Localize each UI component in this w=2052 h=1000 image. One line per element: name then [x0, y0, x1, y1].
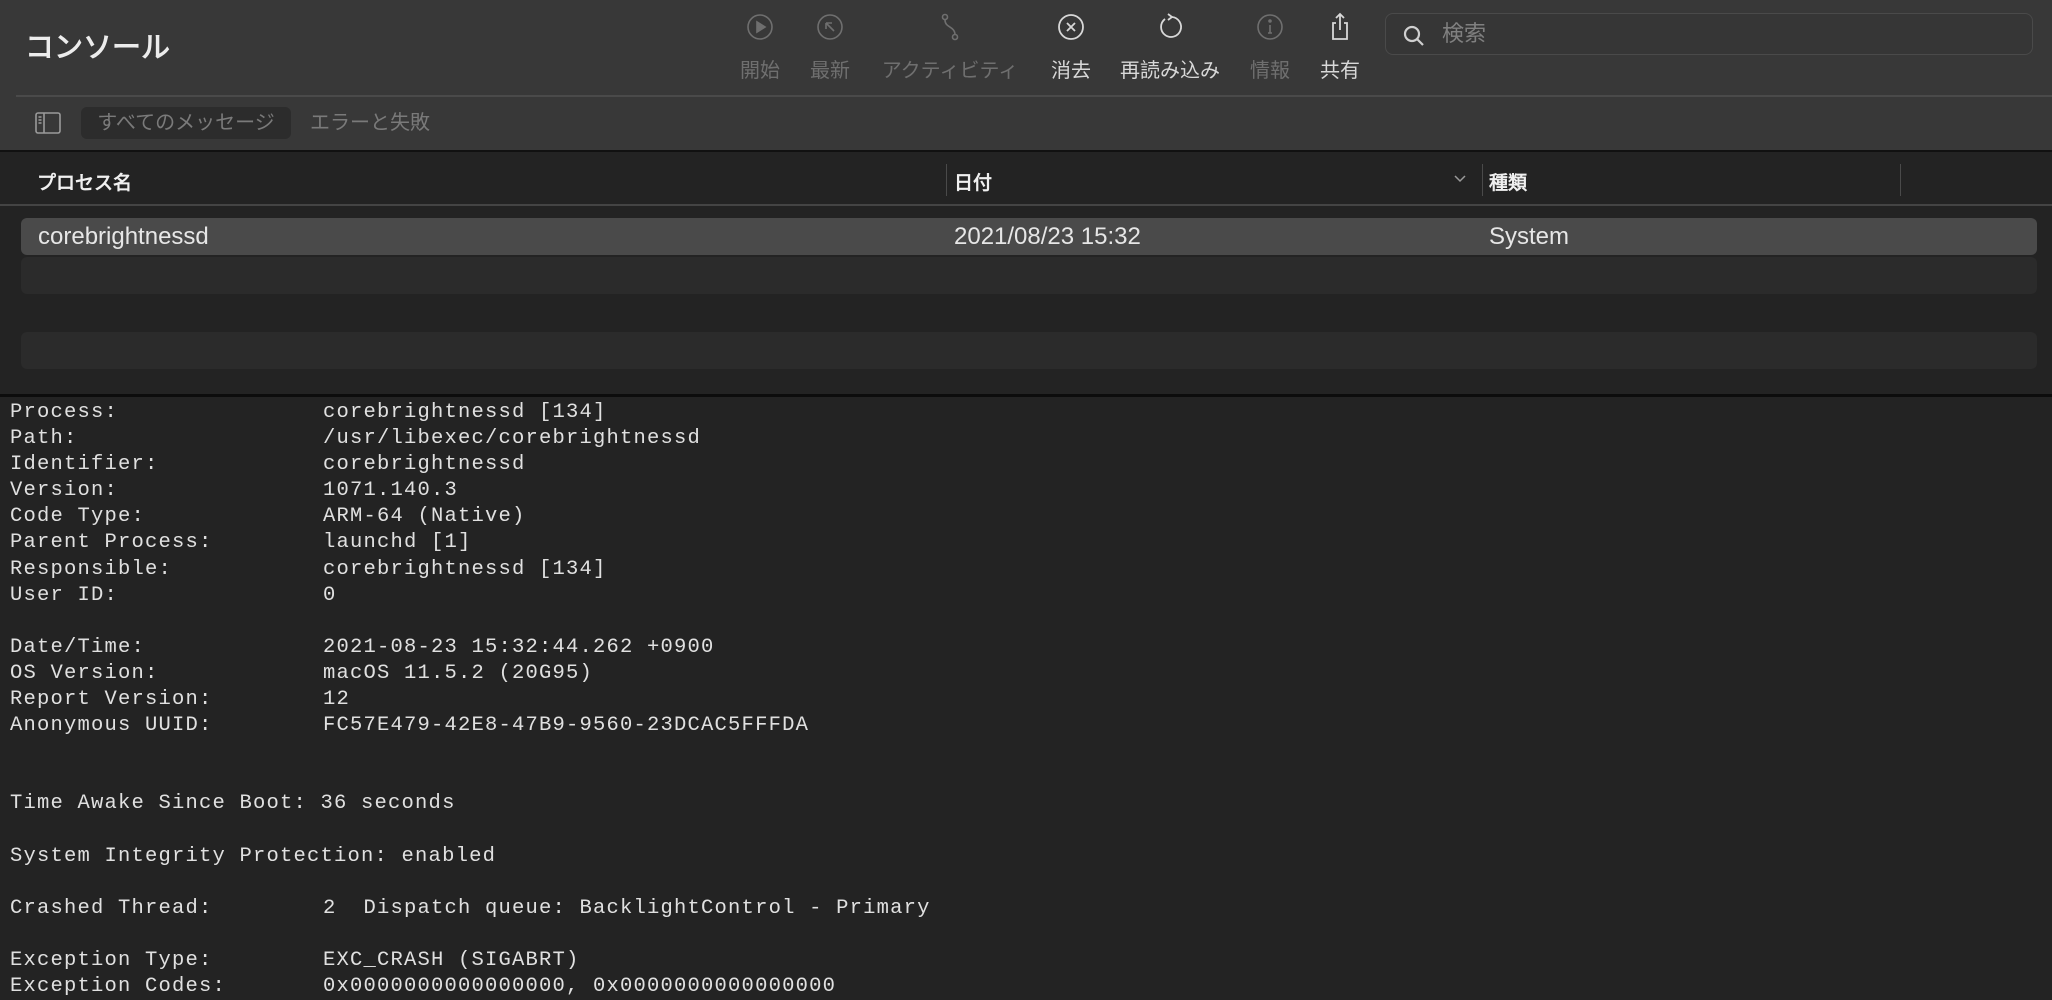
report-key: Date/Time: [10, 635, 146, 659]
report-line: Responsible: corebrightnessd [134] [10, 557, 931, 583]
reload-icon [1160, 13, 1182, 38]
table-header: プロセス名 日付 種類 [0, 154, 2052, 206]
arrow-up-left-circle-icon [817, 14, 843, 40]
report-line: Identifier: corebrightnessd [10, 452, 931, 478]
report-value: launchd [1] [323, 531, 472, 555]
process-cell: corebrightnessd [38, 223, 209, 250]
report-key: Parent Process: [10, 531, 213, 555]
type-cell: System [1489, 223, 1570, 250]
report-line: User ID: 0 [10, 583, 931, 609]
report-line: Code Type: ARM-64 (Native) [10, 504, 931, 530]
report-line: Crashed Thread: 2 Dispatch queue: Backlig… [10, 896, 931, 922]
report-value: /usr/libexec/corebrightnessd [323, 427, 702, 451]
column-divider[interactable] [1482, 164, 1483, 196]
report-value: 2 Dispatch queue: BacklightControl - Pri… [323, 896, 931, 920]
report-value: EXC_CRASH (SIGABRT) [323, 948, 580, 972]
column-header-process[interactable]: プロセス名 [37, 168, 132, 195]
share-label: 共有 [1320, 60, 1360, 82]
report-line [10, 818, 931, 844]
date-cell: 2021/08/23 15:32 [954, 223, 1141, 250]
toolbar-divider [16, 95, 2052, 97]
column-divider[interactable] [946, 164, 947, 196]
report-key: Identifier: [10, 453, 159, 477]
search-field[interactable] [1385, 13, 2033, 55]
report-key: Path: [10, 427, 78, 451]
report-key: Process: [10, 401, 119, 424]
report-value: 2021-08-23 15:32:44.262 +0900 [323, 635, 715, 659]
table-row[interactable]: corebrightnessd 2021/08/23 15:32 System [21, 218, 2037, 255]
share-icon [1332, 12, 1348, 40]
report-line: System Integrity Protection: enabled [10, 844, 497, 868]
filter-errors-faults[interactable]: エラーと失敗 [310, 107, 430, 139]
report-value: ARM-64 (Native) [323, 505, 526, 529]
column-divider[interactable] [1900, 164, 1901, 196]
activity-button[interactable]: アクティビティ [882, 12, 1018, 83]
column-header-type[interactable]: 種類 [1489, 168, 1527, 195]
report-value: corebrightnessd [323, 453, 526, 477]
report-line: OS Version: macOS 11.5.2 (20G95) [10, 661, 931, 687]
report-line: Report Version: 12 [10, 687, 931, 713]
report-line: Anonymous UUID: FC57E479-42E8-47B9-9560-2… [10, 713, 931, 739]
report-line: Process: corebrightnessd [134] [10, 400, 931, 426]
report-line: Exception Codes: 0x0000000000000000, 0x00… [10, 974, 931, 1000]
report-line: Time Awake Since Boot: 36 seconds [10, 792, 456, 816]
report-line: Version: 1071.140.3 [10, 478, 931, 504]
clear-x-circle-icon [1058, 14, 1084, 40]
report-key: Code Type: [10, 505, 146, 529]
window-title: コンソール [25, 32, 171, 64]
report-line: Date/Time: 2021-08-23 15:32:44.262 +0900 [10, 635, 931, 661]
share-button[interactable]: 共有 [1295, 12, 1385, 83]
report-line [10, 922, 931, 948]
report-key: Responsible: [10, 557, 173, 581]
report-value: macOS 11.5.2 (20G95) [323, 661, 594, 685]
report-key: User ID: [10, 583, 119, 607]
report-line [10, 765, 931, 791]
report-key: Anonymous UUID: [10, 714, 213, 738]
info-icon [1257, 14, 1283, 40]
latest-button[interactable]: 最新 [785, 12, 875, 83]
empty-row [21, 332, 2037, 369]
report-key: Exception Codes: [10, 975, 227, 999]
report-value: 1071.140.3 [323, 479, 459, 503]
report-value: 0x0000000000000000, 0x0000000000000000 [323, 975, 837, 999]
search-icon [1403, 25, 1424, 46]
report-key: Exception Type: [10, 948, 213, 972]
report-line: Parent Process: launchd [1] [10, 530, 931, 556]
report-line [10, 609, 931, 635]
report-key: OS Version: [10, 661, 159, 685]
report-value: 12 [323, 688, 351, 712]
report-value: corebrightnessd [134] [323, 401, 607, 424]
split-divider[interactable] [0, 394, 2052, 397]
column-header-date[interactable]: 日付 [954, 168, 992, 195]
empty-row [21, 257, 2037, 294]
report-value: corebrightnessd [134] [323, 557, 607, 581]
filter-all-messages[interactable]: すべてのメッセージ [81, 107, 291, 139]
report-value: 0 [323, 583, 337, 607]
report-key: Crashed Thread: [10, 896, 213, 920]
activity-icon [941, 13, 959, 41]
report-key: Version: [10, 479, 119, 503]
report-line: Path: /usr/libexec/corebrightnessd [10, 426, 931, 452]
sidebar-toggle-icon[interactable] [35, 112, 61, 134]
report-line [10, 739, 931, 765]
search-input[interactable] [1442, 20, 2002, 48]
report-key: Report Version: [10, 688, 213, 712]
report-line [10, 870, 931, 896]
play-circle-icon [747, 14, 773, 40]
toolbar: コンソール 開始 最新 アクティビティ 消去 再読み込み 情報 共有 すべてのメ… [0, 0, 2052, 152]
report-value: FC57E479-42E8-47B9-9560-23DCAC5FFFDA [323, 714, 810, 738]
chevron-down-icon[interactable] [1453, 174, 1467, 184]
crash-report-text: Process: corebrightnessd [134] Path: /usr/l… [10, 400, 931, 1000]
report-line: Exception Type: EXC_CRASH (SIGABRT) [10, 948, 931, 974]
